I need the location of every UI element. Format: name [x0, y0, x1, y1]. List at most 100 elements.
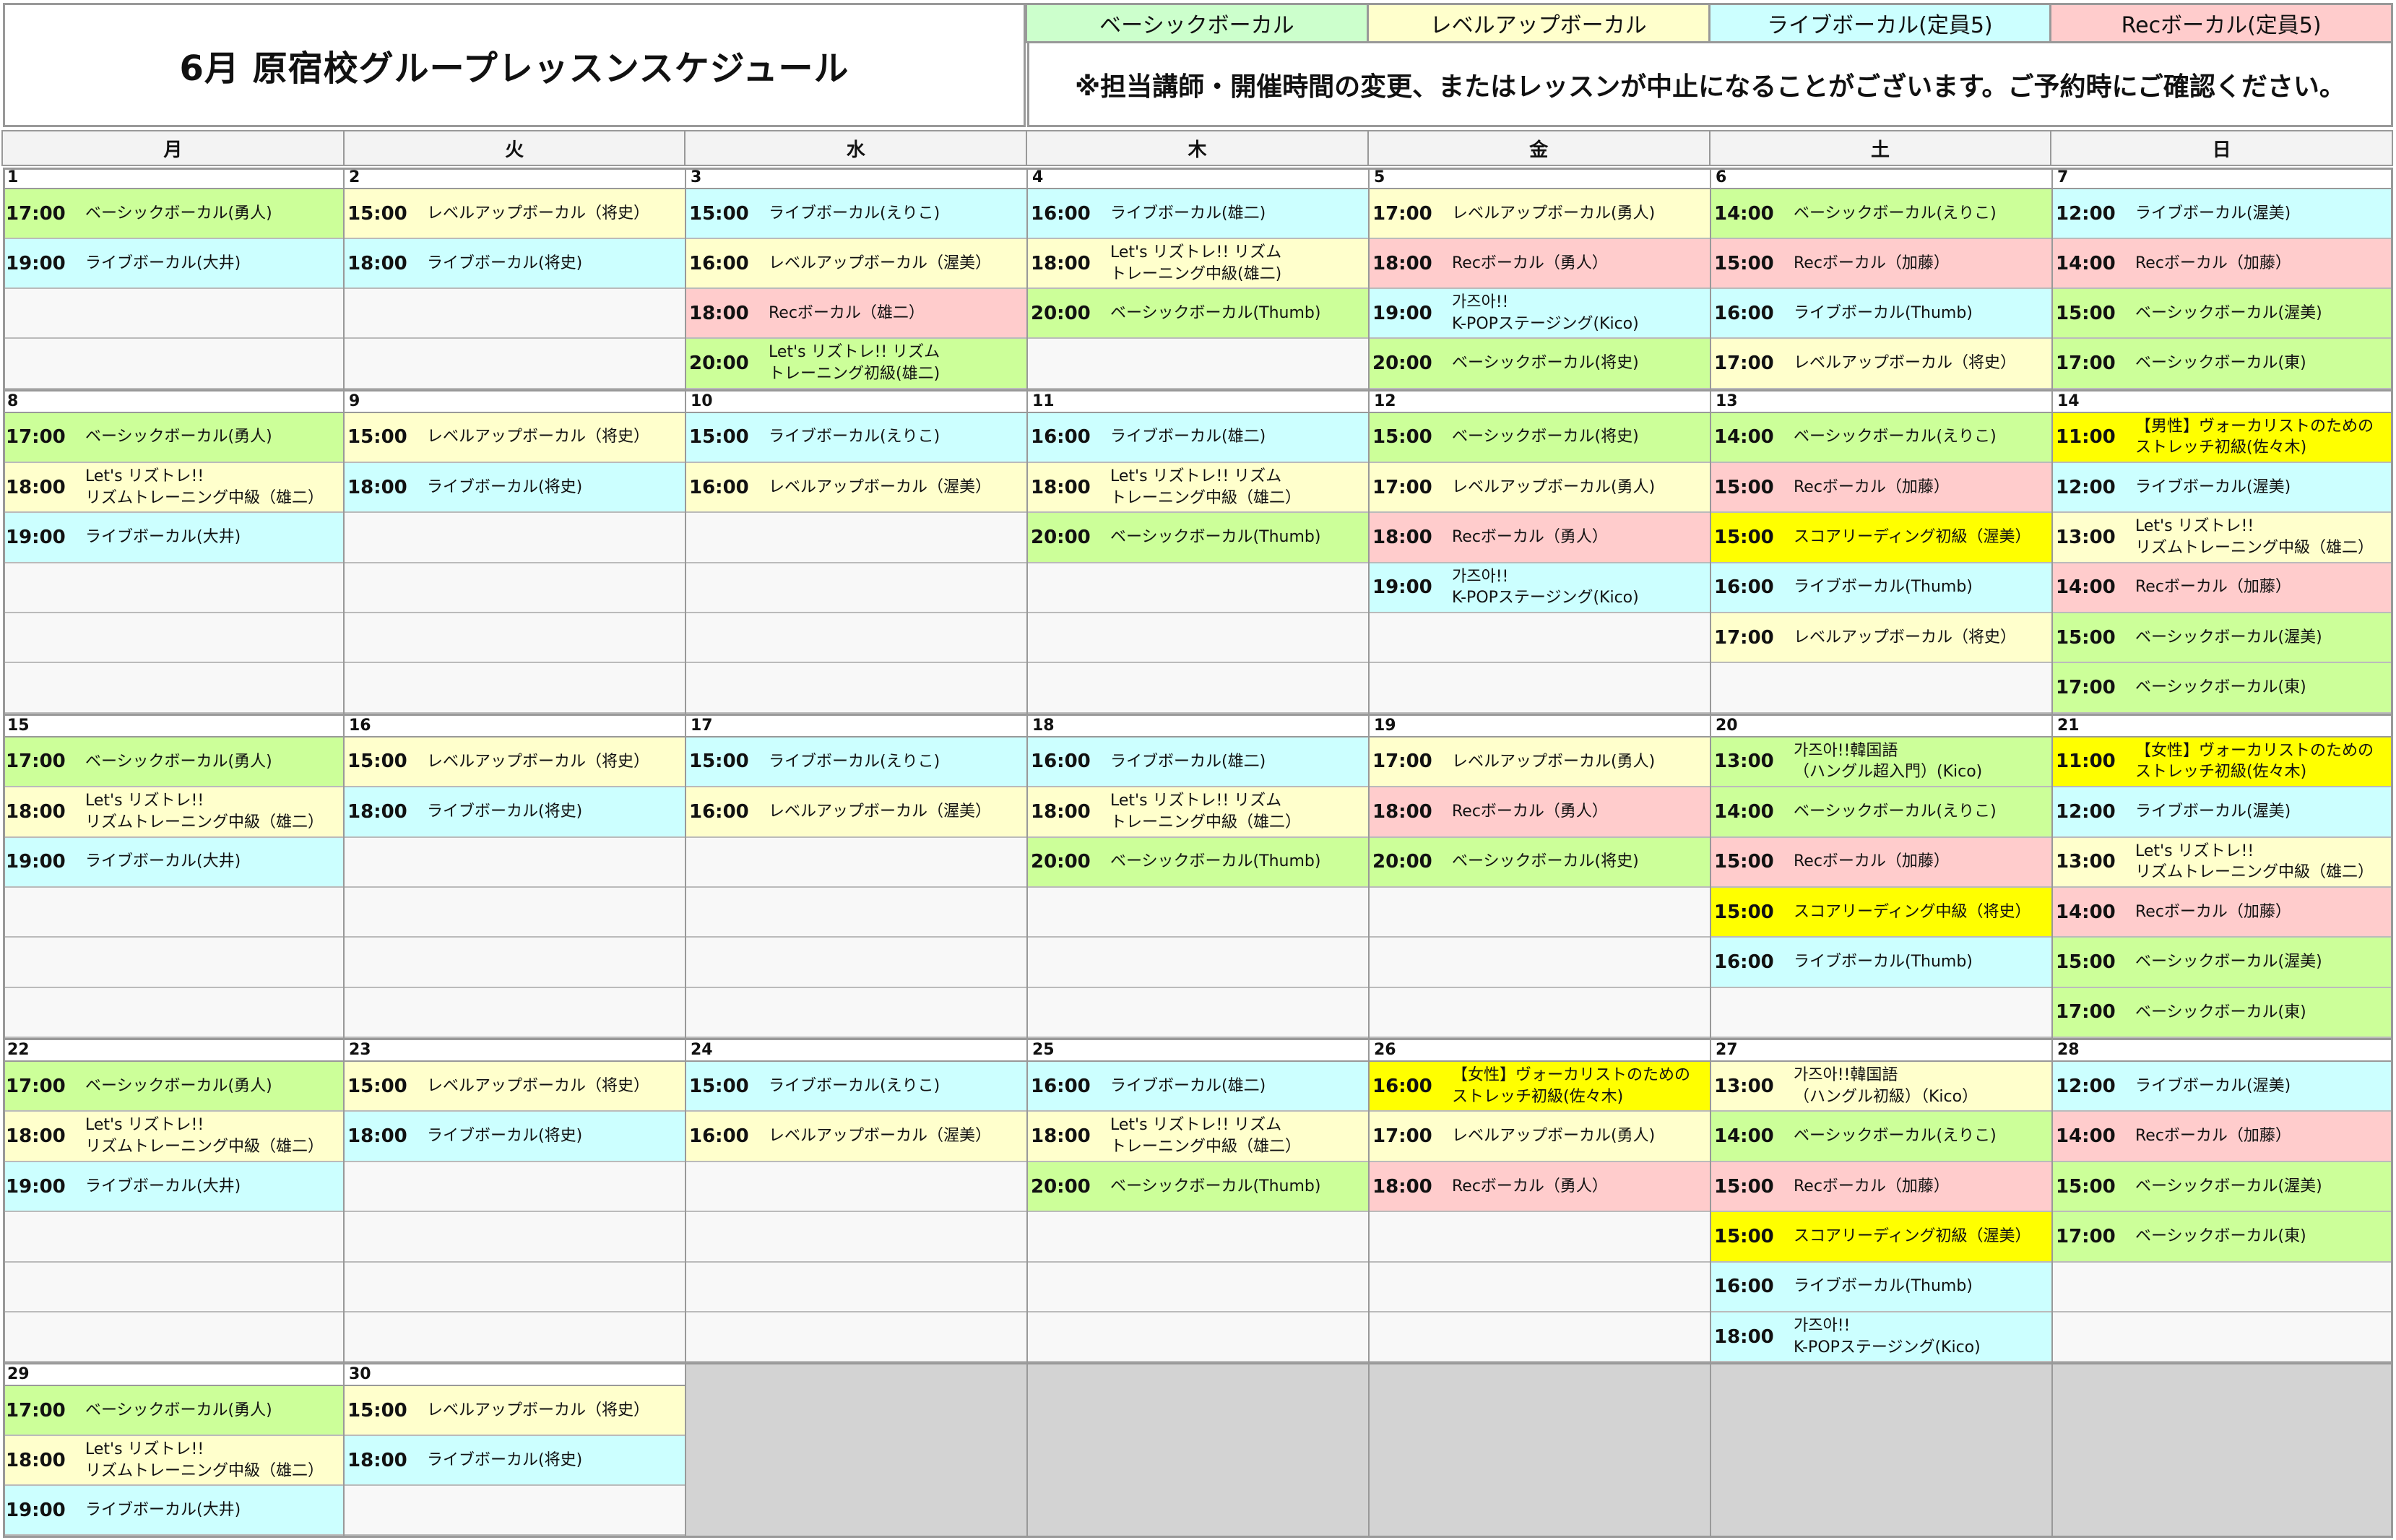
- lesson-time: 16:00: [1714, 302, 1774, 324]
- lesson-time: 15:00: [689, 202, 749, 225]
- day-cell: 17 15:00 ライブボーカル(えりこ) 16:00 レベルアップボーカル（渥美）: [686, 715, 1028, 1039]
- lesson-time: 15:00: [689, 1075, 749, 1097]
- lesson-time: 15:00: [2056, 302, 2116, 324]
- weekday-sun: 日: [2050, 130, 2394, 166]
- empty-slot: [1370, 613, 1710, 664]
- lesson-time: 15:00: [347, 202, 407, 225]
- empty-slot: [686, 1162, 1026, 1213]
- empty-slot: [1370, 1212, 1710, 1263]
- lesson-time: 15:00: [347, 1399, 407, 1422]
- empty-slot: [1028, 1212, 1368, 1263]
- lesson-slot: 13:00 가즈아!!韓国語 （ハングル超入門）(Kico): [1711, 737, 2051, 788]
- empty-slot: [686, 1212, 1026, 1263]
- lesson-label: ベーシックボーカル(Thumb): [1110, 528, 1321, 547]
- lesson-slot: 16:00 ライブボーカル(Thumb): [1711, 289, 2051, 339]
- lesson-slot: 18:00 ライブボーカル(将史): [345, 1112, 685, 1162]
- lesson-time: 16:00: [689, 800, 749, 823]
- day-cell: 25 16:00 ライブボーカル(雄二) 18:00 Let's リズトレ!! リズム …: [1028, 1040, 1370, 1363]
- lesson-slot: 18:00 Let's リズトレ!! リズムトレーニング中級（雄二）: [3, 1436, 343, 1487]
- lesson-slot: 14:00 Recボーカル（加藤）: [2053, 887, 2393, 938]
- lesson-label: ライブボーカル(将史): [427, 477, 583, 496]
- lesson-slot: 11:00 【男性】ヴォーカリストのための ストレッチ初級(佐々木): [2053, 412, 2393, 463]
- lesson-label: Recボーカル（加藤）: [2135, 902, 2291, 921]
- lesson-label: Let's リズトレ!! リズムトレーニング中級（雄二）: [2135, 517, 2374, 557]
- lesson-time: 16:00: [1714, 951, 1774, 973]
- lesson-time: 17:00: [1372, 202, 1432, 225]
- lesson-time: 19:00: [6, 1175, 66, 1198]
- day-number: 21: [2053, 715, 2393, 737]
- lesson-label: レベルアップボーカル（将史）: [427, 1076, 650, 1095]
- empty-slot: [3, 289, 343, 339]
- lesson-slot: 17:00 レベルアップボーカル(勇人): [1370, 1112, 1710, 1162]
- lesson-time: 18:00: [6, 1449, 66, 1471]
- lesson-label: 【男性】ヴォーカリストのための ストレッチ初級(佐々木): [2135, 417, 2374, 457]
- lesson-label: Let's リズトレ!! リズムトレーニング中級（雄二）: [85, 792, 324, 831]
- day-number: 30: [345, 1364, 685, 1387]
- empty-slot: [345, 1262, 685, 1312]
- legend-basic: ベーシックボーカル: [1025, 3, 1369, 43]
- lesson-slot: 15:00 ベーシックボーカル(渥美): [2053, 613, 2393, 664]
- empty-slot: [345, 563, 685, 614]
- lesson-slot: 17:00 ベーシックボーカル(勇人): [3, 1386, 343, 1437]
- lesson-label: ベーシックボーカル(将史): [1452, 354, 1639, 373]
- lesson-time: 14:00: [1714, 1125, 1774, 1148]
- day-number: 9: [345, 391, 685, 413]
- lesson-slot: 16:00 【女性】ヴォーカリストのための ストレッチ初級(佐々木): [1370, 1062, 1710, 1112]
- lesson-time: 17:00: [2056, 352, 2116, 374]
- empty-slot: [345, 613, 685, 664]
- lesson-time: 18:00: [1372, 252, 1432, 274]
- empty-slot: [3, 339, 343, 389]
- lesson-slot: 14:00 Recボーカル（加藤）: [2053, 563, 2393, 614]
- day-cell: 22 17:00 ベーシックボーカル(勇人) 18:00 Let's リズトレ!! リズ…: [3, 1040, 345, 1363]
- lesson-time: 17:00: [6, 202, 66, 225]
- lesson-slot: 16:00 ライブボーカル(雄二): [1028, 1062, 1368, 1112]
- lesson-slot: 17:00 ベーシックボーカル(勇人): [3, 189, 343, 240]
- lesson-time: 14:00: [2056, 1125, 2116, 1148]
- lesson-time: 16:00: [1714, 1276, 1774, 1298]
- lesson-label: ベーシックボーカル(渥美): [2135, 628, 2322, 646]
- lesson-time: 16:00: [1031, 202, 1091, 225]
- lesson-label: ライブボーカル(大井): [85, 1500, 241, 1519]
- empty-slot: [3, 1262, 343, 1312]
- lesson-label: ライブボーカル(Thumb): [1794, 1277, 1973, 1296]
- lesson-time: 16:00: [689, 476, 749, 498]
- lesson-time: 18:00: [347, 252, 407, 274]
- lesson-time: 18:00: [1031, 1125, 1091, 1148]
- lesson-slot: 18:00 ライブボーカル(将史): [345, 239, 685, 290]
- lesson-time: 18:00: [1714, 1325, 1774, 1348]
- lesson-label: ライブボーカル(えりこ): [769, 428, 940, 446]
- empty-slot: [1370, 1262, 1710, 1312]
- empty-slot: [686, 613, 1026, 664]
- lesson-label: Let's リズトレ!! リズムトレーニング中級（雄二）: [85, 1440, 324, 1480]
- lesson-time: 15:00: [2056, 1175, 2116, 1198]
- empty-slot: [686, 513, 1026, 563]
- lesson-label: スコアリーディング初級（渥美）: [1794, 528, 2031, 547]
- lesson-slot: 15:00 ベーシックボーカル(渥美): [2053, 1162, 2393, 1213]
- day-number: 16: [345, 715, 685, 737]
- day-number: 19: [1370, 715, 1710, 737]
- lesson-label: Recボーカル（勇人）: [1452, 803, 1608, 821]
- lesson-time: 18:00: [1372, 526, 1432, 548]
- lesson-label: ライブボーカル(大井): [85, 852, 241, 871]
- lesson-slot: 18:00 ライブボーカル(将史): [345, 462, 685, 514]
- lesson-slot: 16:00 レベルアップボーカル（渥美）: [686, 239, 1026, 290]
- lesson-time: 12:00: [2056, 800, 2116, 823]
- empty-slot: [345, 289, 685, 339]
- lesson-time: 17:00: [2056, 1001, 2116, 1024]
- weekday-fri: 金: [1367, 130, 1710, 166]
- legend-levelup: レベルアップボーカル: [1366, 3, 1710, 43]
- lesson-slot: 13:00 가즈아!!韓国語 （ハングル初級）（Kico）: [1711, 1062, 2051, 1112]
- lesson-time: 18:00: [347, 476, 407, 498]
- lesson-time: 17:00: [1714, 352, 1774, 374]
- empty-slot: [1370, 938, 1710, 988]
- day-number: 15: [3, 715, 343, 737]
- day-number: 3: [686, 168, 1026, 189]
- week-row: 1 17:00 ベーシックボーカル(勇人) 19:00 ライブボーカル(大井) 2 15:0…: [3, 168, 2393, 392]
- lesson-label: Recボーカル（雄二）: [769, 303, 925, 322]
- lesson-slot: 11:00 【女性】ヴォーカリストのための ストレッチ初級(佐々木): [2053, 737, 2393, 788]
- day-number: 11: [1028, 391, 1368, 413]
- lesson-time: 16:00: [1031, 426, 1091, 449]
- day-number: 25: [1028, 1040, 1368, 1063]
- lesson-label: Recボーカル（勇人）: [1452, 254, 1608, 272]
- lesson-label: ベーシックボーカル(渥美): [2135, 953, 2322, 972]
